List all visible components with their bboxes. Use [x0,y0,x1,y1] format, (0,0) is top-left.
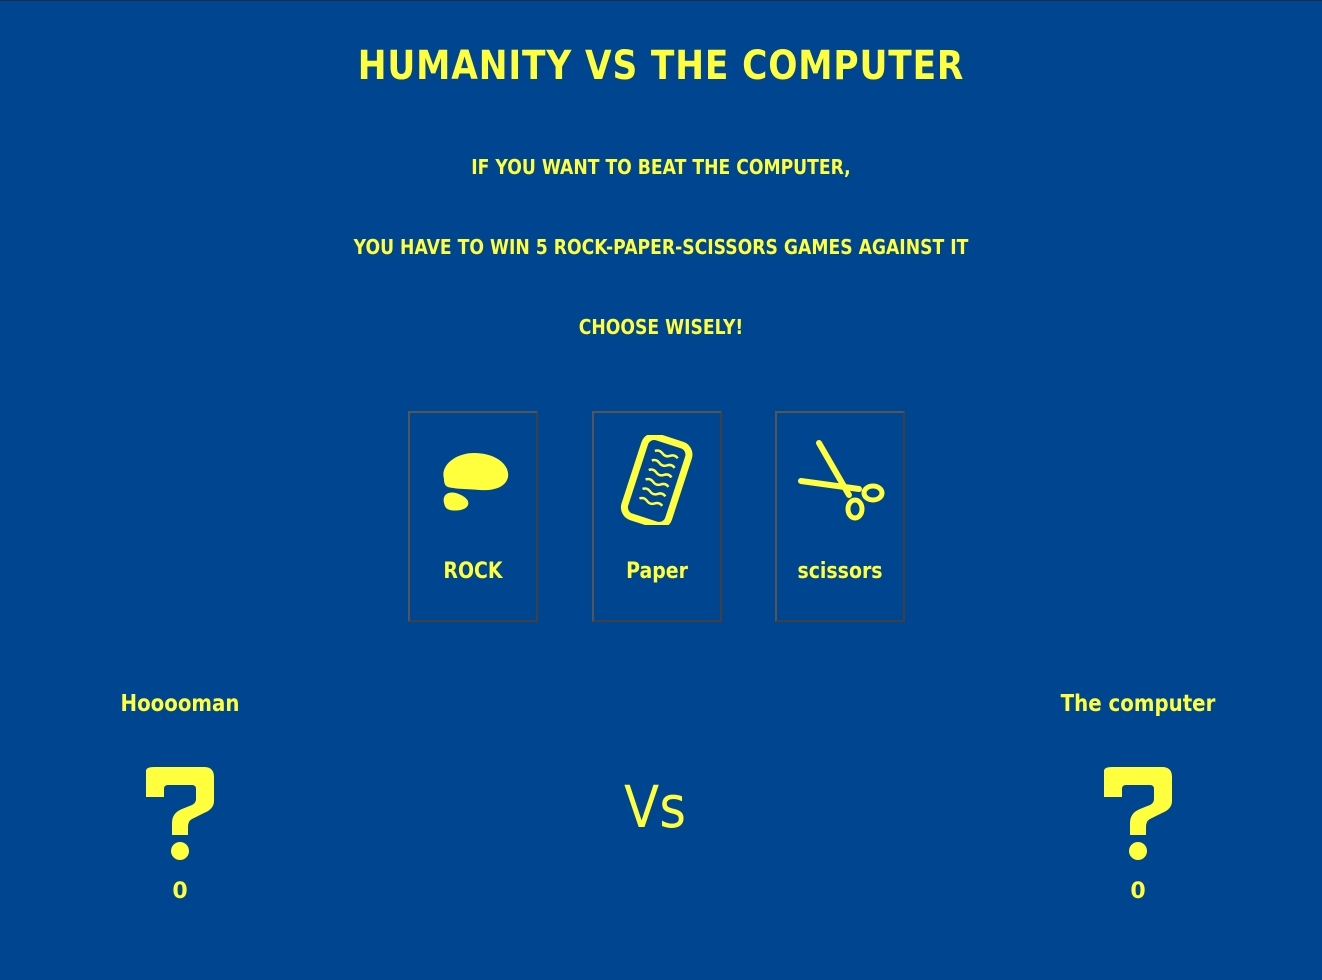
scissors-button[interactable]: scissors [775,411,905,622]
computer-player-name: The computer [1060,691,1216,717]
scissors-label: scissors [797,559,883,584]
page-title: HUMANITY VS THE COMPUTER [357,43,965,89]
intro-line-1: IF YOU WANT TO BEAT THE COMPUTER, [471,155,851,179]
human-score: 0 [172,879,188,904]
rock-icon [443,453,509,511]
human-player-name: Hooooman [120,691,240,717]
paper-button[interactable]: Paper [592,411,722,622]
vs-text: Vs [624,773,686,841]
rock-button[interactable]: ROCK [408,411,538,622]
intro-line-3: CHOOSE WISELY! [578,315,744,339]
choice-buttons: ROCK Paper scissors [408,411,910,627]
rock-label: ROCK [443,559,503,584]
intro-line-2: YOU HAVE TO WIN 5 ROCK-PAPER-SCISSORS GA… [353,235,969,259]
vs-label: Vs [624,773,686,841]
paper-icon [620,435,693,525]
scissors-icon [798,440,885,521]
question-mark-icon [146,767,214,860]
paper-label: Paper [626,559,688,584]
question-mark-icon [1104,767,1172,860]
computer-score: 0 [1130,879,1146,904]
